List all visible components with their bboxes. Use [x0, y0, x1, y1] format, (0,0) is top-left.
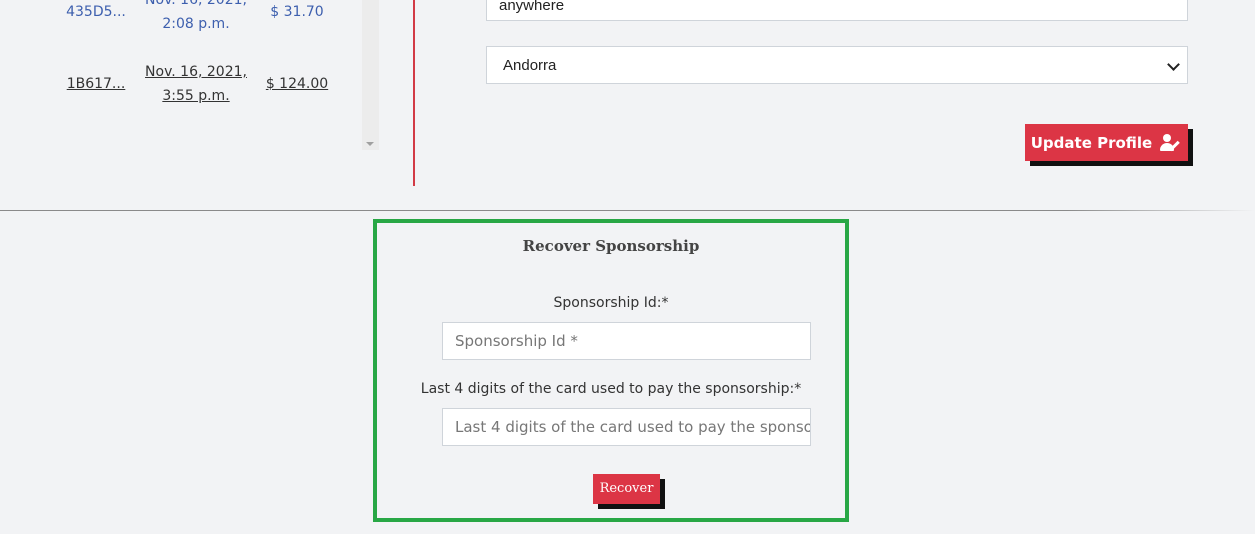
- transaction-date-line2[interactable]: 3:55 p.m.: [140, 84, 252, 108]
- country-select[interactable]: Andorra: [486, 46, 1188, 84]
- sponsorship-id-label: Sponsorship Id:*: [553, 295, 669, 311]
- horizontal-divider: [0, 210, 1255, 211]
- sponsorship-id-input[interactable]: Sponsorship Id *: [442, 322, 811, 360]
- section-divider: [413, 0, 415, 186]
- transaction-date-line2[interactable]: 2:08 p.m.: [140, 12, 252, 36]
- update-profile-button[interactable]: Update Profile: [1025, 124, 1188, 161]
- transaction-date-line1[interactable]: Nov. 16, 2021,: [140, 0, 252, 12]
- recover-button[interactable]: Recover: [593, 474, 660, 504]
- transaction-amount[interactable]: $ 31.70: [255, 0, 339, 24]
- recover-title: Recover Sponsorship: [522, 237, 700, 255]
- transaction-date-line1[interactable]: Nov. 16, 2021,: [140, 60, 252, 84]
- address-input[interactable]: anywhere: [486, 0, 1188, 21]
- update-profile-label: Update Profile: [1030, 133, 1153, 152]
- transaction-id-link[interactable]: 435D5...: [56, 0, 136, 24]
- recover-sponsorship-card: Recover Sponsorship Sponsorship Id:* Spo…: [373, 219, 849, 522]
- transaction-amount[interactable]: $ 124.00: [255, 72, 339, 96]
- card-digits-label: Last 4 digits of the card used to pay th…: [420, 381, 802, 397]
- transactions-table: 435D5... Nov. 16, 2021, 2:08 p.m. $ 31.7…: [0, 0, 380, 150]
- scroll-down-arrow-icon[interactable]: [366, 142, 374, 146]
- country-select-value: Andorra: [503, 57, 557, 74]
- card-digits-input[interactable]: Last 4 digits of the card used to pay th…: [442, 408, 811, 446]
- table-scrollbar[interactable]: [362, 0, 379, 150]
- chevron-down-icon: [1167, 58, 1180, 71]
- transaction-id-link[interactable]: 1B617...: [56, 72, 136, 96]
- user-edit-icon: [1160, 133, 1182, 152]
